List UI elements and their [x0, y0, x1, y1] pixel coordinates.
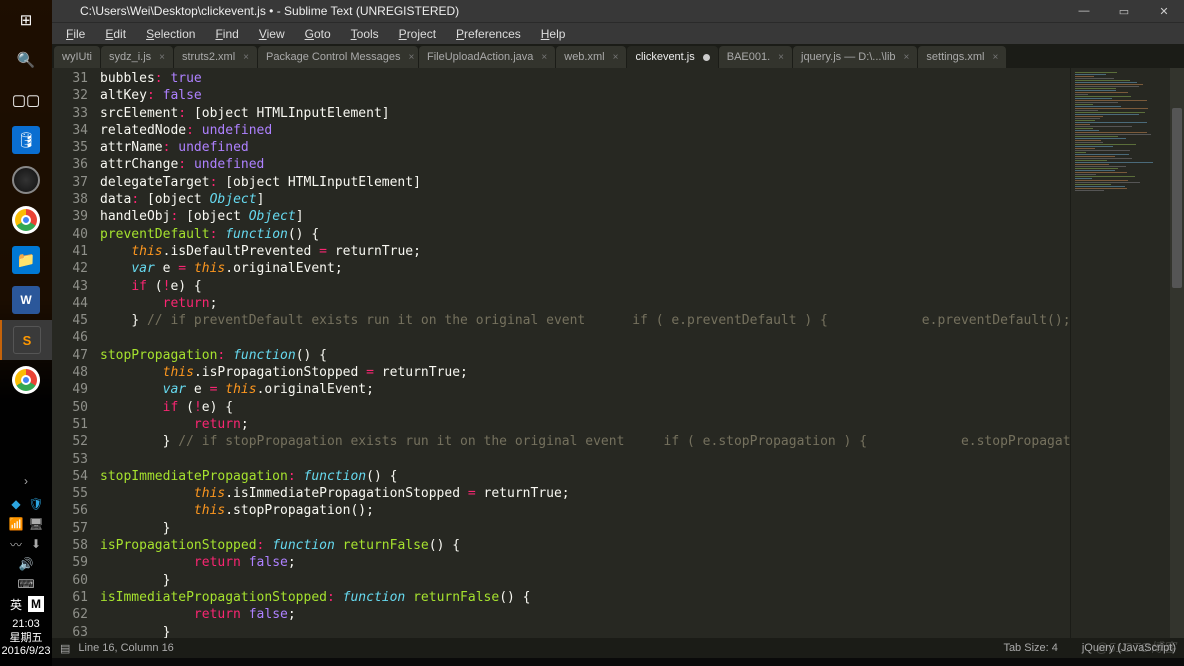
search-button[interactable]: 🔍: [0, 40, 52, 80]
minimap[interactable]: [1070, 68, 1170, 638]
watermark: @51CTO博客: [1095, 637, 1176, 656]
tab-bar: wyIUtisydz_i.js×struts2.xml×Package Cont…: [52, 44, 1184, 68]
tab-settings-xml[interactable]: settings.xml×: [918, 46, 1006, 68]
status-bar: ▤ Line 16, Column 16 Tab Size: 4 jQuery …: [52, 638, 1184, 658]
tray-qq-icon[interactable]: ◆: [8, 496, 24, 512]
menu-find[interactable]: Find: [205, 27, 248, 41]
tray-monitor-icon[interactable]: 🖥: [28, 516, 44, 532]
menu-goto[interactable]: Goto: [295, 27, 341, 41]
minimize-button[interactable]: —: [1064, 0, 1104, 22]
menu-tools[interactable]: Tools: [341, 27, 389, 41]
menu-view[interactable]: View: [249, 27, 295, 41]
tab-wyiuti[interactable]: wyIUti: [54, 46, 100, 68]
line-number-gutter: 31 32 33 34 35 36 37 38 39 40 41 42 43 4…: [52, 68, 100, 638]
menu-bar: FileEditSelectionFindViewGotoToolsProjec…: [52, 22, 1184, 44]
taskbar-app-chrome-1[interactable]: [0, 200, 52, 240]
menu-selection[interactable]: Selection: [136, 27, 205, 41]
editor-body: 31 32 33 34 35 36 37 38 39 40 41 42 43 4…: [52, 68, 1184, 638]
tab-fileuploadaction-java[interactable]: FileUploadAction.java×: [419, 46, 555, 68]
cursor-position[interactable]: Line 16, Column 16: [78, 642, 173, 654]
tray-volume-icon[interactable]: 🔊: [18, 556, 34, 572]
clock-date: 2016/9/23: [2, 645, 51, 658]
taskbar-app-chrome-2[interactable]: [0, 360, 52, 400]
tray-download-icon[interactable]: ⬇: [28, 536, 44, 552]
menu-file[interactable]: File: [56, 27, 95, 41]
tab-size[interactable]: Tab Size: 4: [1003, 642, 1057, 654]
tab-struts2-xml[interactable]: struts2.xml×: [174, 46, 257, 68]
tray-overflow-icon[interactable]: ›: [0, 474, 52, 494]
clock-day: 星期五: [2, 632, 51, 645]
tray-shield-icon[interactable]: 🛡: [28, 496, 44, 512]
tab-sydz-i-js[interactable]: sydz_i.js×: [101, 46, 173, 68]
title-bar[interactable]: C:\Users\Wei\Desktop\clickevent.js • - S…: [52, 0, 1184, 22]
taskbar-app-explorer[interactable]: 📁: [0, 240, 52, 280]
taskbar-app-word[interactable]: W: [0, 280, 52, 320]
tab-bae001-[interactable]: BAE001.×: [719, 46, 792, 68]
close-button[interactable]: ✕: [1144, 0, 1184, 22]
maximize-button[interactable]: ▭: [1104, 0, 1144, 22]
taskbar-app-database[interactable]: 🛢: [0, 120, 52, 160]
taskbar-clock[interactable]: 21:03 星期五 2016/9/23: [2, 614, 51, 662]
sidebar-toggle-icon[interactable]: ▤: [60, 642, 70, 655]
task-view-button[interactable]: ▢▢: [0, 80, 52, 120]
scrollbar-thumb[interactable]: [1172, 108, 1182, 288]
taskbar-app-ring[interactable]: [0, 160, 52, 200]
sublime-window: C:\Users\Wei\Desktop\clickevent.js • - S…: [52, 0, 1184, 658]
tab-package-control-messages[interactable]: Package Control Messages×: [258, 46, 418, 68]
menu-help[interactable]: Help: [531, 27, 576, 41]
ime-lang[interactable]: 英: [8, 596, 24, 612]
tab-web-xml[interactable]: web.xml×: [556, 46, 626, 68]
tab-clickevent-js[interactable]: clickevent.js: [627, 46, 717, 68]
app-icon: [58, 3, 74, 19]
windows-taskbar: ⊞ 🔍 ▢▢ 🛢 📁 W S › ◆ 🛡 📶 🖥 〰 ⬇ 🔊 ⌨ 英: [0, 0, 52, 666]
menu-project[interactable]: Project: [389, 27, 446, 41]
ime-mode[interactable]: M: [28, 596, 44, 612]
window-title: C:\Users\Wei\Desktop\clickevent.js • - S…: [80, 4, 1064, 18]
menu-preferences[interactable]: Preferences: [446, 27, 531, 41]
start-button[interactable]: ⊞: [0, 0, 52, 40]
tray-network-icon[interactable]: 📶: [8, 516, 24, 532]
menu-edit[interactable]: Edit: [95, 27, 136, 41]
vertical-scrollbar[interactable]: [1170, 68, 1184, 638]
code-area[interactable]: bubbles: true altKey: false srcElement: …: [100, 68, 1070, 638]
tab-jquery-js---d------lib[interactable]: jquery.js — D:\...\lib×: [793, 46, 917, 68]
clock-time: 21:03: [2, 618, 51, 631]
tray-waves-icon[interactable]: 〰: [8, 536, 24, 552]
taskbar-app-sublime[interactable]: S: [0, 320, 52, 360]
tray-keyboard-icon[interactable]: ⌨: [18, 576, 34, 592]
